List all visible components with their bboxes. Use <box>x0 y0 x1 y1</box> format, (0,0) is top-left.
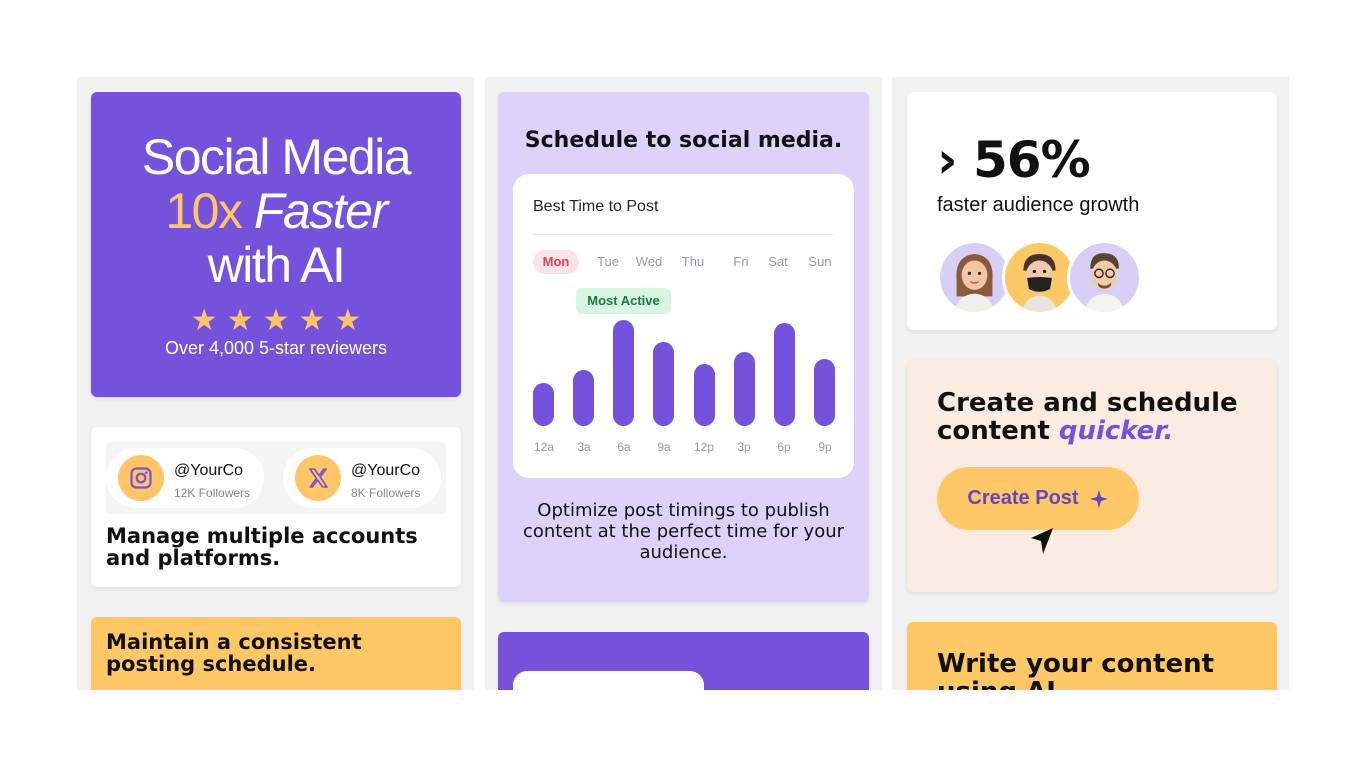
day-chip-fri[interactable]: Fri <box>726 250 756 274</box>
hour-label: 6p <box>777 440 791 454</box>
avatar <box>937 240 1012 315</box>
hour-label: 9a <box>657 440 671 454</box>
day-chip-thu[interactable]: Thu <box>675 250 711 274</box>
hour-label: 12a <box>533 440 555 454</box>
star-icon: ★ <box>226 303 254 338</box>
activity-bar <box>533 383 554 426</box>
sparkle-icon <box>1089 489 1108 508</box>
accounts-title: Manage multiple accounts and platforms. <box>106 524 418 570</box>
hour-label: 12p <box>693 440 715 454</box>
consistent-title: Maintain a consistent posting schedule. <box>106 630 362 676</box>
divider <box>533 234 833 235</box>
day-selector: Mon Tue Wed Thu Fri Sat Sun <box>533 250 835 274</box>
consistent-card: Maintain a consistent posting schedule. <box>91 617 461 690</box>
hero-card: Social Media 10x Faster with AI ★ ★ ★ ★ … <box>91 92 461 397</box>
best-time-title: Best Time to Post <box>533 198 659 215</box>
growth-stat-card: › 56% faster audience growth <box>907 92 1277 330</box>
hero-accent: 10x <box>165 183 243 239</box>
feature-column-2: Schedule to social media. Best Time to P… <box>485 77 882 690</box>
star-icon: ★ <box>190 303 218 338</box>
day-chip-wed[interactable]: Wed <box>629 250 669 274</box>
account-followers: 8K Followers <box>351 486 421 500</box>
best-time-widget: Best Time to Post Mon Tue Wed Thu Fri Sat Sun … <box>513 174 854 478</box>
growth-value: › 56% <box>937 131 1091 189</box>
create-content-card: Create and schedule content quicker. Cre… <box>907 359 1277 592</box>
schedule-card: Schedule to social media. Best Time to P… <box>498 92 869 602</box>
accounts-strip: @YourCo 12K Followers @YourCo 8K Followe… <box>106 442 446 514</box>
activity-bar <box>814 359 835 426</box>
hour-label: 3p <box>737 440 751 454</box>
star-icon: ★ <box>334 303 362 338</box>
schedule-heading: Schedule to social media. <box>524 128 843 153</box>
account-handle: @YourCo <box>351 462 421 479</box>
account-followers: 12K Followers <box>174 486 251 500</box>
day-chip-sun[interactable]: Sun <box>802 250 838 274</box>
write-title: Write your content using AI <box>937 649 1215 690</box>
avatar <box>1002 240 1077 315</box>
activity-bars <box>533 314 835 426</box>
hero-title-line2: 10x Faster <box>91 184 461 238</box>
feature-column-1: Social Media 10x Faster with AI ★ ★ ★ ★ … <box>77 77 474 690</box>
activity-bar <box>694 364 715 426</box>
hero-title-line1: Social Media <box>141 129 412 185</box>
next-feature-panel <box>513 671 704 690</box>
growth-caption: faster audience growth <box>937 194 1140 216</box>
day-chip-sat[interactable]: Sat <box>761 250 795 274</box>
activity-bar <box>734 352 755 426</box>
account-handle: @YourCo <box>174 462 244 479</box>
create-post-label: Create Post <box>967 487 1079 509</box>
activity-bar <box>613 320 634 426</box>
create-title-accent: quicker. <box>1058 416 1174 446</box>
instagram-icon <box>118 455 164 501</box>
star-rating: ★ ★ ★ ★ ★ <box>91 306 461 336</box>
day-chip-mon[interactable]: Mon <box>533 250 579 274</box>
activity-bar <box>573 370 594 426</box>
feature-column-3: › 56% faster audience growth Create and … <box>892 77 1289 690</box>
activity-bar <box>653 342 674 426</box>
cursor-icon <box>1031 528 1053 554</box>
x-icon <box>295 455 341 501</box>
star-icon: ★ <box>298 303 326 338</box>
next-feature-card <box>498 632 869 690</box>
hour-label: 3a <box>577 440 591 454</box>
avatar <box>1067 240 1142 315</box>
schedule-description: Optimize post timings to publish content… <box>522 500 845 563</box>
hour-label: 9p <box>818 440 832 454</box>
day-chip-tue[interactable]: Tue <box>590 250 626 274</box>
most-active-badge: Most Active <box>576 288 671 314</box>
star-icon: ★ <box>262 303 290 338</box>
create-post-button[interactable]: Create Post <box>937 467 1139 530</box>
hero-title-line3: with AI <box>207 237 346 293</box>
hour-label: 6a <box>617 440 631 454</box>
create-title: Create and schedule content quicker. <box>937 389 1257 445</box>
account-chip-x[interactable]: @YourCo 8K Followers <box>283 448 441 508</box>
hero-italic: Faster <box>253 183 388 239</box>
write-ai-card: Write your content using AI <box>907 622 1277 690</box>
accounts-card: @YourCo 12K Followers @YourCo 8K Followe… <box>91 427 461 587</box>
hour-labels: 12a 3a 6a 9a 12p 3p 6p 9p <box>533 440 835 456</box>
account-chip-instagram[interactable]: @YourCo 12K Followers <box>106 448 264 508</box>
reviews-count: Over 4,000 5-star reviewers <box>164 338 388 358</box>
activity-bar <box>774 323 795 426</box>
